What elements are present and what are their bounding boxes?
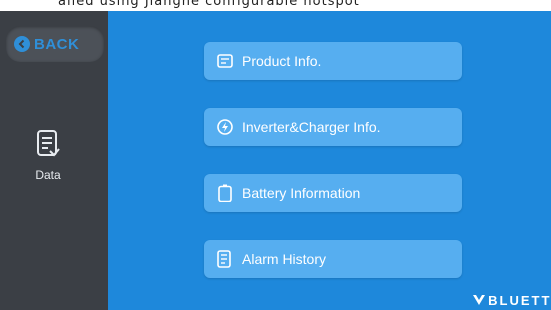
- top-caption-strip: alled using Jianghe configurable hotspot: [0, 0, 551, 11]
- sidebar: BACK Data: [0, 11, 108, 310]
- menu-item-label: Inverter&Charger Info.: [242, 119, 381, 135]
- back-label: BACK: [34, 35, 80, 53]
- back-arrow-icon: [14, 36, 30, 52]
- info-card-icon: [216, 52, 234, 70]
- menu-item-label: Alarm History: [242, 251, 327, 267]
- main-panel: Product Info. Inverter&Charger Info. Bat…: [108, 11, 551, 310]
- alarm-history-button[interactable]: Alarm History: [204, 240, 462, 278]
- product-info-button[interactable]: Product Info.: [204, 42, 462, 80]
- brand-logo: BLUETTI: [473, 293, 551, 308]
- inverter-charger-info-button[interactable]: Inverter&Charger Info.: [204, 108, 462, 146]
- menu-item-label: Product Info.: [242, 53, 322, 69]
- sidebar-item-data[interactable]: Data: [24, 129, 72, 199]
- caption-text: alled using Jianghe configurable hotspot: [58, 0, 360, 9]
- back-button[interactable]: BACK: [6, 26, 104, 62]
- logo-text: BLUETTI: [488, 293, 551, 308]
- history-list-icon: [216, 250, 234, 268]
- device-screen: BACK Data Product Info. Inverter&Charger…: [0, 11, 551, 310]
- data-sheet-icon: [35, 129, 61, 166]
- menu-item-label: Battery Information: [242, 185, 361, 201]
- lightning-icon: [216, 118, 234, 136]
- battery-icon: [216, 184, 234, 202]
- bluetti-logo-icon: [473, 293, 486, 308]
- sidebar-item-label: Data: [35, 168, 61, 182]
- battery-information-button[interactable]: Battery Information: [204, 174, 462, 212]
